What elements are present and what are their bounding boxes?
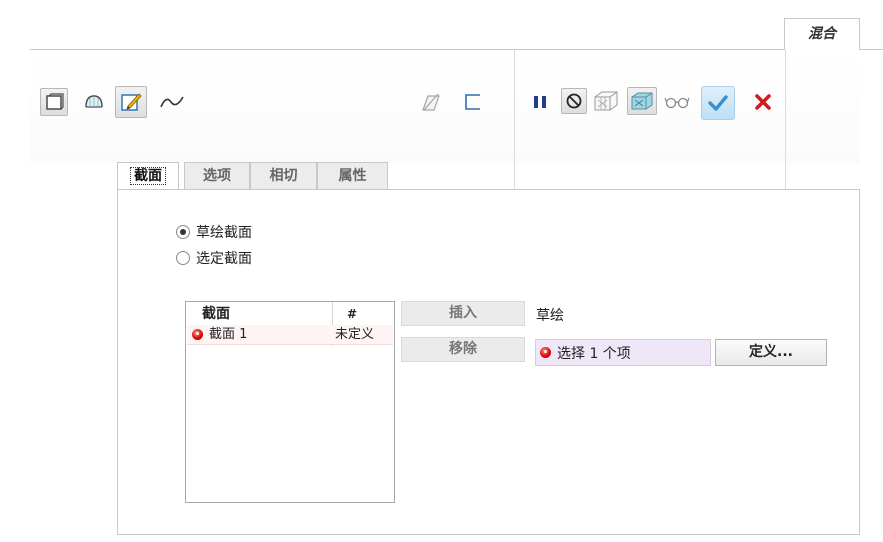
insert-button[interactable]: 插入 <box>401 301 525 326</box>
tab-properties[interactable]: 属性 <box>317 162 388 189</box>
glasses-preview-icon[interactable] <box>663 88 691 116</box>
ribbon-tab-blend[interactable]: 混合 <box>784 18 860 50</box>
sketch-label: 草绘 <box>536 308 564 324</box>
error-dot-icon <box>540 347 551 358</box>
radio-button[interactable] <box>176 251 190 265</box>
list-item-status: 未定义 <box>335 327 375 342</box>
radio-sketched-sections[interactable]: 草绘截面 <box>176 222 252 242</box>
radio-sketched-sections-label: 草绘截面 <box>196 225 252 241</box>
list-header-hash[interactable]: # <box>347 304 357 324</box>
list-item[interactable]: 截面 1 未定义 <box>187 325 393 345</box>
tab-sections[interactable]: 截面 <box>117 162 179 190</box>
remove-button[interactable]: 移除 <box>401 337 525 362</box>
ok-check-icon[interactable] <box>701 86 735 120</box>
tab-options[interactable]: 选项 <box>184 162 250 189</box>
list-item-name: 截面 1 <box>209 327 248 342</box>
toolbar <box>30 50 860 163</box>
sections-list[interactable]: 截面 # 截面 1 未定义 <box>185 301 395 503</box>
cancel-x-icon[interactable] <box>749 88 777 116</box>
define-button[interactable]: 定义... <box>715 339 827 366</box>
sketch-sections-icon[interactable] <box>115 86 147 118</box>
radio-selected-sections-label: 选定截面 <box>196 251 252 267</box>
verify-icon[interactable] <box>627 87 657 115</box>
solid-feature-icon[interactable] <box>40 88 68 116</box>
toolbar-group-separator <box>514 50 515 190</box>
collector-text: 选择 1 个项 <box>557 345 631 362</box>
error-dot-icon <box>192 329 203 340</box>
blend-dashboard: 混合 截面 选项 相切 属性 草绘截面 选定截面 截面 # 截面 1 未定义 插… <box>0 0 883 542</box>
toolbar-group-separator <box>785 50 786 190</box>
sketch-collector[interactable]: 选择 1 个项 <box>535 339 711 366</box>
no-preview-icon[interactable] <box>561 88 587 114</box>
thicken-icon[interactable] <box>458 88 486 116</box>
ribbon-divider-right <box>860 49 883 50</box>
preview-geometry-icon[interactable] <box>592 87 620 115</box>
radio-selected-sections[interactable]: 选定截面 <box>176 248 252 268</box>
surface-feature-icon[interactable] <box>80 88 108 116</box>
list-header-section[interactable]: 截面 <box>202 304 230 324</box>
curve-icon[interactable] <box>158 88 186 116</box>
pause-icon[interactable] <box>526 88 554 116</box>
radio-button-checked[interactable] <box>176 225 190 239</box>
tab-sections-label: 截面 <box>130 167 166 185</box>
remove-material-icon[interactable] <box>417 88 445 116</box>
tab-tangency[interactable]: 相切 <box>250 162 317 189</box>
